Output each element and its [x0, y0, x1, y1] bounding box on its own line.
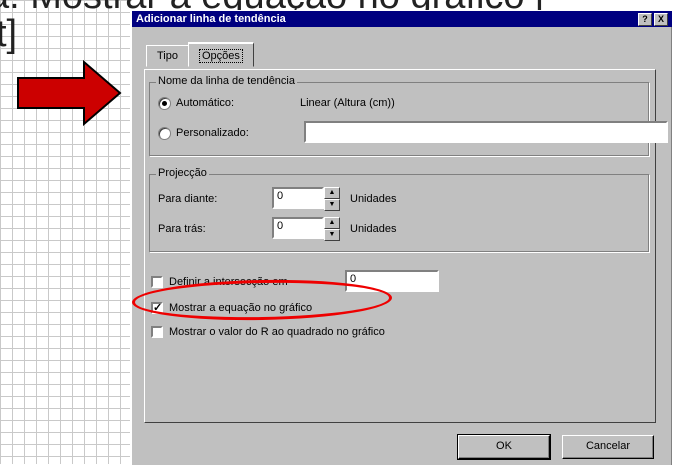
tab-opcoes[interactable]: Opções: [188, 42, 254, 67]
projection-group: Projecção Para diante: 0 ▲ ▼ Unidades Par…: [149, 167, 649, 252]
tab-strip: Tipo Opções: [146, 42, 254, 67]
backward-input[interactable]: 0: [272, 217, 324, 239]
help-button[interactable]: ?: [638, 13, 652, 26]
spin-up-icon: ▲: [324, 217, 340, 229]
projection-legend: Projecção: [156, 167, 209, 179]
automatic-label: Automático:: [176, 97, 235, 109]
forward-label: Para diante:: [158, 193, 218, 205]
tab-tipo[interactable]: Tipo: [146, 45, 189, 67]
backward-label: Para trás:: [158, 223, 206, 235]
spin-down-icon: ▼: [324, 199, 340, 211]
show-r2-label: Mostrar o valor do R ao quadrado no gráf…: [169, 326, 385, 338]
automatic-value: Linear (Altura (cm)): [300, 97, 395, 109]
forward-spinner[interactable]: ▲ ▼: [324, 187, 340, 211]
custom-radio[interactable]: [158, 127, 171, 140]
forward-input[interactable]: 0: [272, 187, 324, 209]
trendline-dialog: Adicionar linha de tendência ? X Tipo Op…: [130, 10, 672, 465]
close-button[interactable]: X: [654, 13, 668, 26]
custom-label: Personalizado:: [176, 127, 249, 139]
backward-spinner[interactable]: ▲ ▼: [324, 217, 340, 241]
dialog-title: Adicionar linha de tendência: [136, 13, 286, 25]
tab-opcoes-label: Opções: [199, 49, 243, 63]
automatic-radio[interactable]: [158, 97, 171, 110]
trendline-name-legend: Nome da linha de tendência: [156, 75, 297, 87]
options-panel: Nome da linha de tendência Automático: L…: [144, 69, 668, 423]
intercept-checkbox[interactable]: [151, 276, 163, 288]
backward-units: Unidades: [350, 223, 397, 235]
spin-up-icon: ▲: [324, 187, 340, 199]
ok-button[interactable]: OK: [457, 434, 551, 460]
show-r2-checkbox[interactable]: [151, 326, 163, 338]
spin-down-icon: ▼: [324, 229, 340, 241]
red-arrow-icon: [17, 59, 122, 127]
slide-title-continued: t]: [0, 13, 18, 55]
trendline-name-group: Nome da linha de tendência Automático: L…: [149, 75, 668, 156]
custom-name-input[interactable]: [304, 121, 668, 143]
forward-units: Unidades: [350, 193, 397, 205]
cancel-button[interactable]: Cancelar: [562, 435, 654, 459]
dialog-titlebar: Adicionar linha de tendência ? X: [132, 11, 672, 27]
